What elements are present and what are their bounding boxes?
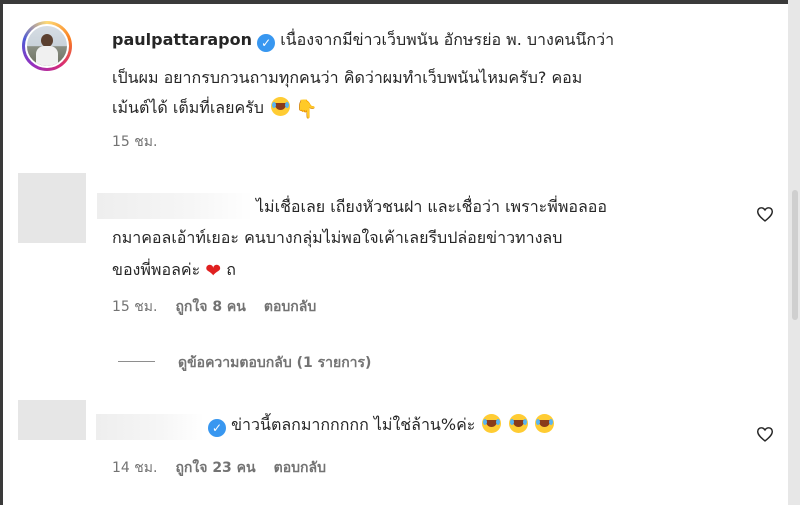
tears-of-joy-emoji (534, 414, 554, 433)
post-caption-line-3: เม้นต์ได้ เต็มที่เลยครับ 👇 (112, 92, 318, 125)
comment-2-reply-button[interactable]: ตอบกลับ (274, 460, 326, 476)
comment-2-text: ข่าวนี้ตลกมากกกกก ไม่ใช่ล้าน%ค่ะ (231, 415, 476, 434)
view-replies-label[interactable]: ดูข้อความตอบกลับ (1 รายการ) (178, 355, 371, 371)
comment-1-username[interactable] (97, 193, 253, 219)
post-author-avatar-ring[interactable] (22, 21, 72, 71)
comment-1-likes[interactable]: ถูกใจ 8 คน (175, 299, 245, 315)
post-caption-line-2: เป็นผม อยากรบกวนถามทุกคนว่า คิดว่าผมทำเว… (112, 68, 583, 87)
view-replies-button[interactable]: ดูข้อความตอบกลับ (1 รายการ) (178, 352, 371, 374)
comment-1-reply-button[interactable]: ตอบกลับ (264, 299, 316, 315)
scrollbar[interactable] (788, 0, 800, 505)
comment-1-meta: 15 ชม. ถูกใจ 8 คน ตอบกลับ (112, 296, 316, 318)
comment-1-text-3-tail: ถ (226, 260, 236, 279)
tears-of-joy-emoji (508, 414, 528, 433)
window-left-border (0, 0, 3, 505)
comment-2-avatar[interactable] (18, 400, 86, 440)
verified-badge-icon: ✓ (257, 34, 276, 52)
red-heart-emoji: ❤ (205, 260, 222, 282)
comment-1-text-line-2: กมาคอลเอ้าท์เยอะ คนบางกลุ่มไม่พอใจเค้าเล… (112, 228, 563, 247)
comment-2-timestamp[interactable]: 14 ชม. (112, 460, 157, 476)
tears-of-joy-emoji (271, 97, 291, 116)
window-top-border (0, 0, 800, 4)
comment-2-like-heart-icon[interactable] (756, 426, 774, 442)
verified-badge-icon: ✓ (208, 419, 226, 437)
comment-2-username[interactable] (96, 414, 204, 440)
post-caption-text-1: เนื่องจากมีข่าวเว็บพนัน อักษรย่อ พ. บางค… (280, 30, 615, 49)
view-replies-divider (118, 361, 155, 362)
comment-2-meta: 14 ชม. ถูกใจ 23 คน ตอบกลับ (112, 457, 326, 479)
comment-1-like-heart-icon[interactable] (756, 206, 774, 222)
backhand-index-pointing-down-emoji: 👇 (295, 99, 318, 120)
comment-1-avatar[interactable] (18, 173, 86, 243)
comment-1-text-line-3: ของพี่พอลค่ะ ❤ ถ (112, 254, 236, 287)
tears-of-joy-emoji (482, 414, 502, 433)
comment-1-text-3: ของพี่พอลค่ะ (112, 260, 201, 279)
post-author-avatar[interactable] (25, 24, 69, 68)
comment-1-text-line-1: ไม่เชื่อเลย เถียงหัวชนฝา และเชื่อว่า เพร… (256, 197, 607, 216)
comment-2-likes[interactable]: ถูกใจ 23 คน (175, 460, 255, 476)
post-caption-text-3: เม้นต์ได้ เต็มที่เลยครับ (112, 98, 264, 117)
comment-2-text-line-1: ✓ ข่าวนี้ตลกมากกกกก ไม่ใช่ล้าน%ค่ะ (208, 409, 554, 440)
comment-1-timestamp[interactable]: 15 ชม. (112, 299, 157, 315)
post-caption-line-1: paulpattarapon ✓ เนื่องจากมีข่าวเว็บพนัน… (112, 24, 614, 55)
post-author-username[interactable]: paulpattarapon (112, 30, 252, 49)
avatar-body (36, 46, 58, 66)
post-timestamp[interactable]: 15 ชม. (112, 131, 157, 153)
